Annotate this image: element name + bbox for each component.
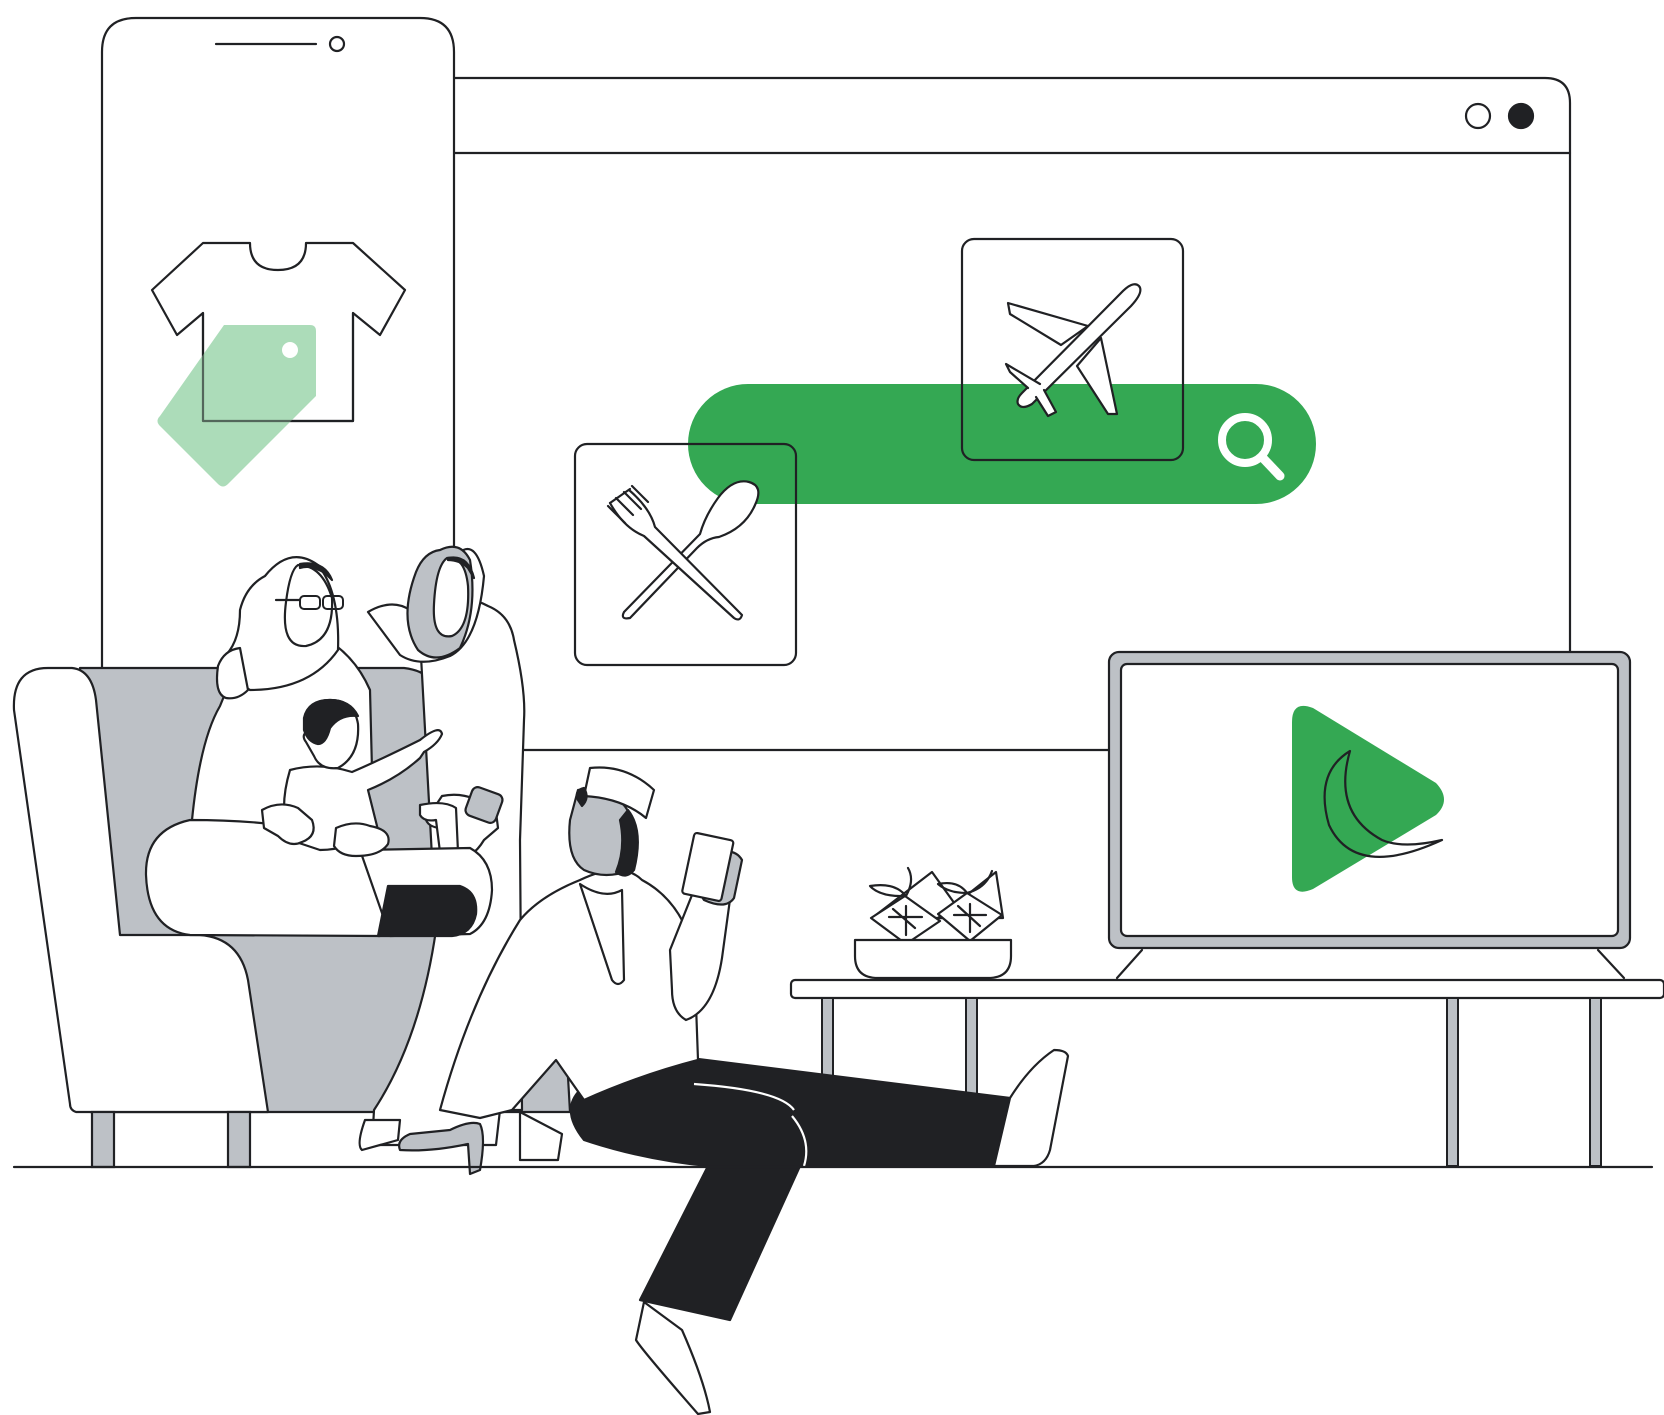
ketupat-bowl xyxy=(853,866,1013,980)
window-dot-filled[interactable] xyxy=(1507,102,1535,130)
window-dot-outline[interactable] xyxy=(1464,102,1492,130)
illustration-scene xyxy=(12,16,1664,1415)
phone-camera xyxy=(328,35,346,53)
television xyxy=(1107,650,1632,980)
